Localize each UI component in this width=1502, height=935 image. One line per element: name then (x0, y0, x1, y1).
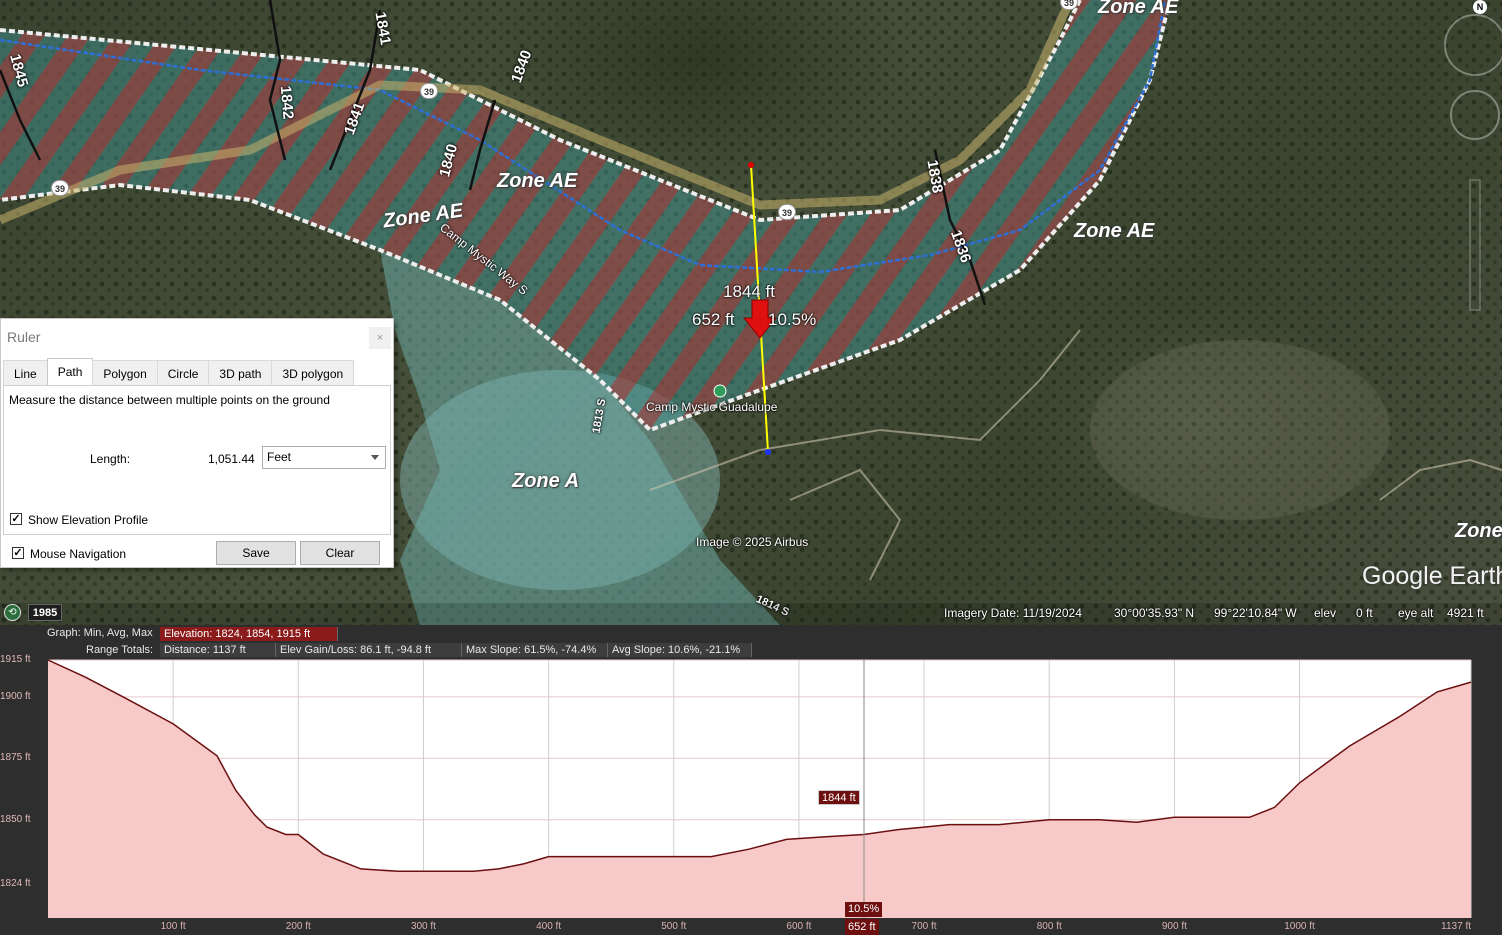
imagery-date: Imagery Date: 11/19/2024 (944, 606, 1082, 620)
x-tick-label: 500 ft (661, 921, 687, 932)
ruler-tabs: Line Path Polygon Circle 3D path 3D poly… (3, 358, 355, 385)
google-earth-window: Zone AE Zone AE Zone AE Zone A Zone Zone… (0, 0, 1502, 935)
measure-elevation-label: 1844 ft (723, 282, 775, 301)
y-tick-label: 1875 ft (0, 752, 31, 764)
elevation-profile-panel[interactable]: Graph: Min, Avg, Max Elevation: 1824, 18… (0, 625, 1502, 935)
elevation-chart[interactable] (0, 625, 1502, 935)
zone-label: Zone AE (1074, 220, 1155, 242)
x-tick-label: 800 ft (1036, 921, 1062, 932)
tab-circle[interactable]: Circle (156, 360, 210, 385)
longitude-readout: 99°22'10.84" W (1214, 606, 1297, 620)
contour-label: 1842 (276, 85, 297, 120)
x-tick-label: 1000 ft (1284, 921, 1315, 932)
length-label: Length: (90, 452, 131, 466)
ruler-dialog: Ruler × Line Path Polygon Circle 3D path… (0, 318, 394, 568)
clearing (1090, 340, 1390, 520)
zone-label: Zone (1455, 520, 1502, 542)
mouse-navigation-checkbox[interactable]: ✓ (12, 547, 24, 559)
x-tick-label: 900 ft (1161, 921, 1187, 932)
x-tick-label: 600 ft (786, 921, 812, 932)
mouse-navigation-label[interactable]: Mouse Navigation (30, 547, 126, 561)
dialog-title: Ruler (7, 329, 41, 345)
x-tick-label: 700 ft (911, 921, 937, 932)
elev-value: 0 ft (1356, 606, 1373, 620)
path-tab-panel: Measure the distance between multiple po… (3, 385, 391, 535)
tab-polygon[interactable]: Polygon (92, 360, 158, 385)
zone-label: Zone A (512, 470, 580, 492)
y-tick-label: 1850 ft (0, 813, 31, 825)
zone-label: Zone AE (497, 170, 578, 192)
measure-slope-label: 10.5% (768, 310, 817, 329)
unit-select-value: Feet (267, 450, 292, 464)
y-tick-label: 1824 ft (0, 877, 31, 889)
save-button[interactable]: Save (216, 541, 296, 565)
chevron-down-icon (371, 455, 379, 460)
measure-distance-label: 652 ft (692, 310, 735, 329)
historical-imagery-icon[interactable]: ⟲ (4, 604, 21, 621)
y-tick-label: 1915 ft (0, 654, 31, 665)
tab-path[interactable]: Path (46, 358, 94, 385)
latitude-readout: 30°00'35.93" N (1114, 606, 1195, 620)
show-elevation-checkbox[interactable]: ✓ (10, 513, 22, 525)
north-icon[interactable]: N (1473, 0, 1487, 14)
route-shield: 39 (420, 83, 438, 99)
cursor-distance-badge: 652 ft (845, 919, 879, 935)
tab-line[interactable]: Line (3, 360, 48, 385)
x-tick-label: 200 ft (285, 921, 311, 932)
x-tick-label: 100 ft (160, 921, 186, 932)
ruler-start-point[interactable] (748, 162, 754, 168)
clear-button[interactable]: Clear (300, 541, 380, 565)
route-shield: 39 (51, 180, 69, 196)
tab-3d-path[interactable]: 3D path (208, 360, 273, 385)
zone-label: Zone AE (1098, 0, 1179, 18)
route-shield: 39 (778, 204, 796, 220)
x-tick-label: 400 ft (536, 921, 562, 932)
x-tick-label: 300 ft (410, 921, 436, 932)
x-tick-label: 1137 ft (1441, 921, 1471, 932)
ruler-end-point[interactable] (765, 449, 771, 455)
length-value: 1,051.44 (208, 452, 255, 466)
cursor-slope-badge: 10.5% (845, 902, 883, 917)
place-label[interactable]: Camp Mystic Guadalupe (646, 400, 777, 414)
campground-icon[interactable] (713, 384, 727, 398)
show-elevation-label[interactable]: Show Elevation Profile (28, 513, 148, 527)
cursor-elevation-badge: 1844 ft (818, 790, 860, 805)
elev-label: elev (1314, 606, 1337, 620)
y-tick-label: 1900 ft (0, 690, 31, 702)
tab-3d-polygon[interactable]: 3D polygon (271, 360, 355, 385)
tab-description: Measure the distance between multiple po… (9, 393, 330, 407)
eye-alt-label: eye alt (1398, 606, 1434, 620)
imagery-attribution: Image © 2025 Airbus (696, 535, 809, 549)
google-earth-logo: Google Earth (1362, 562, 1502, 590)
unit-select[interactable]: Feet (262, 446, 386, 469)
imagery-year-badge[interactable]: 1985 (28, 604, 62, 621)
close-button[interactable]: × (369, 327, 391, 349)
eye-alt-value: 4921 ft (1447, 606, 1484, 620)
